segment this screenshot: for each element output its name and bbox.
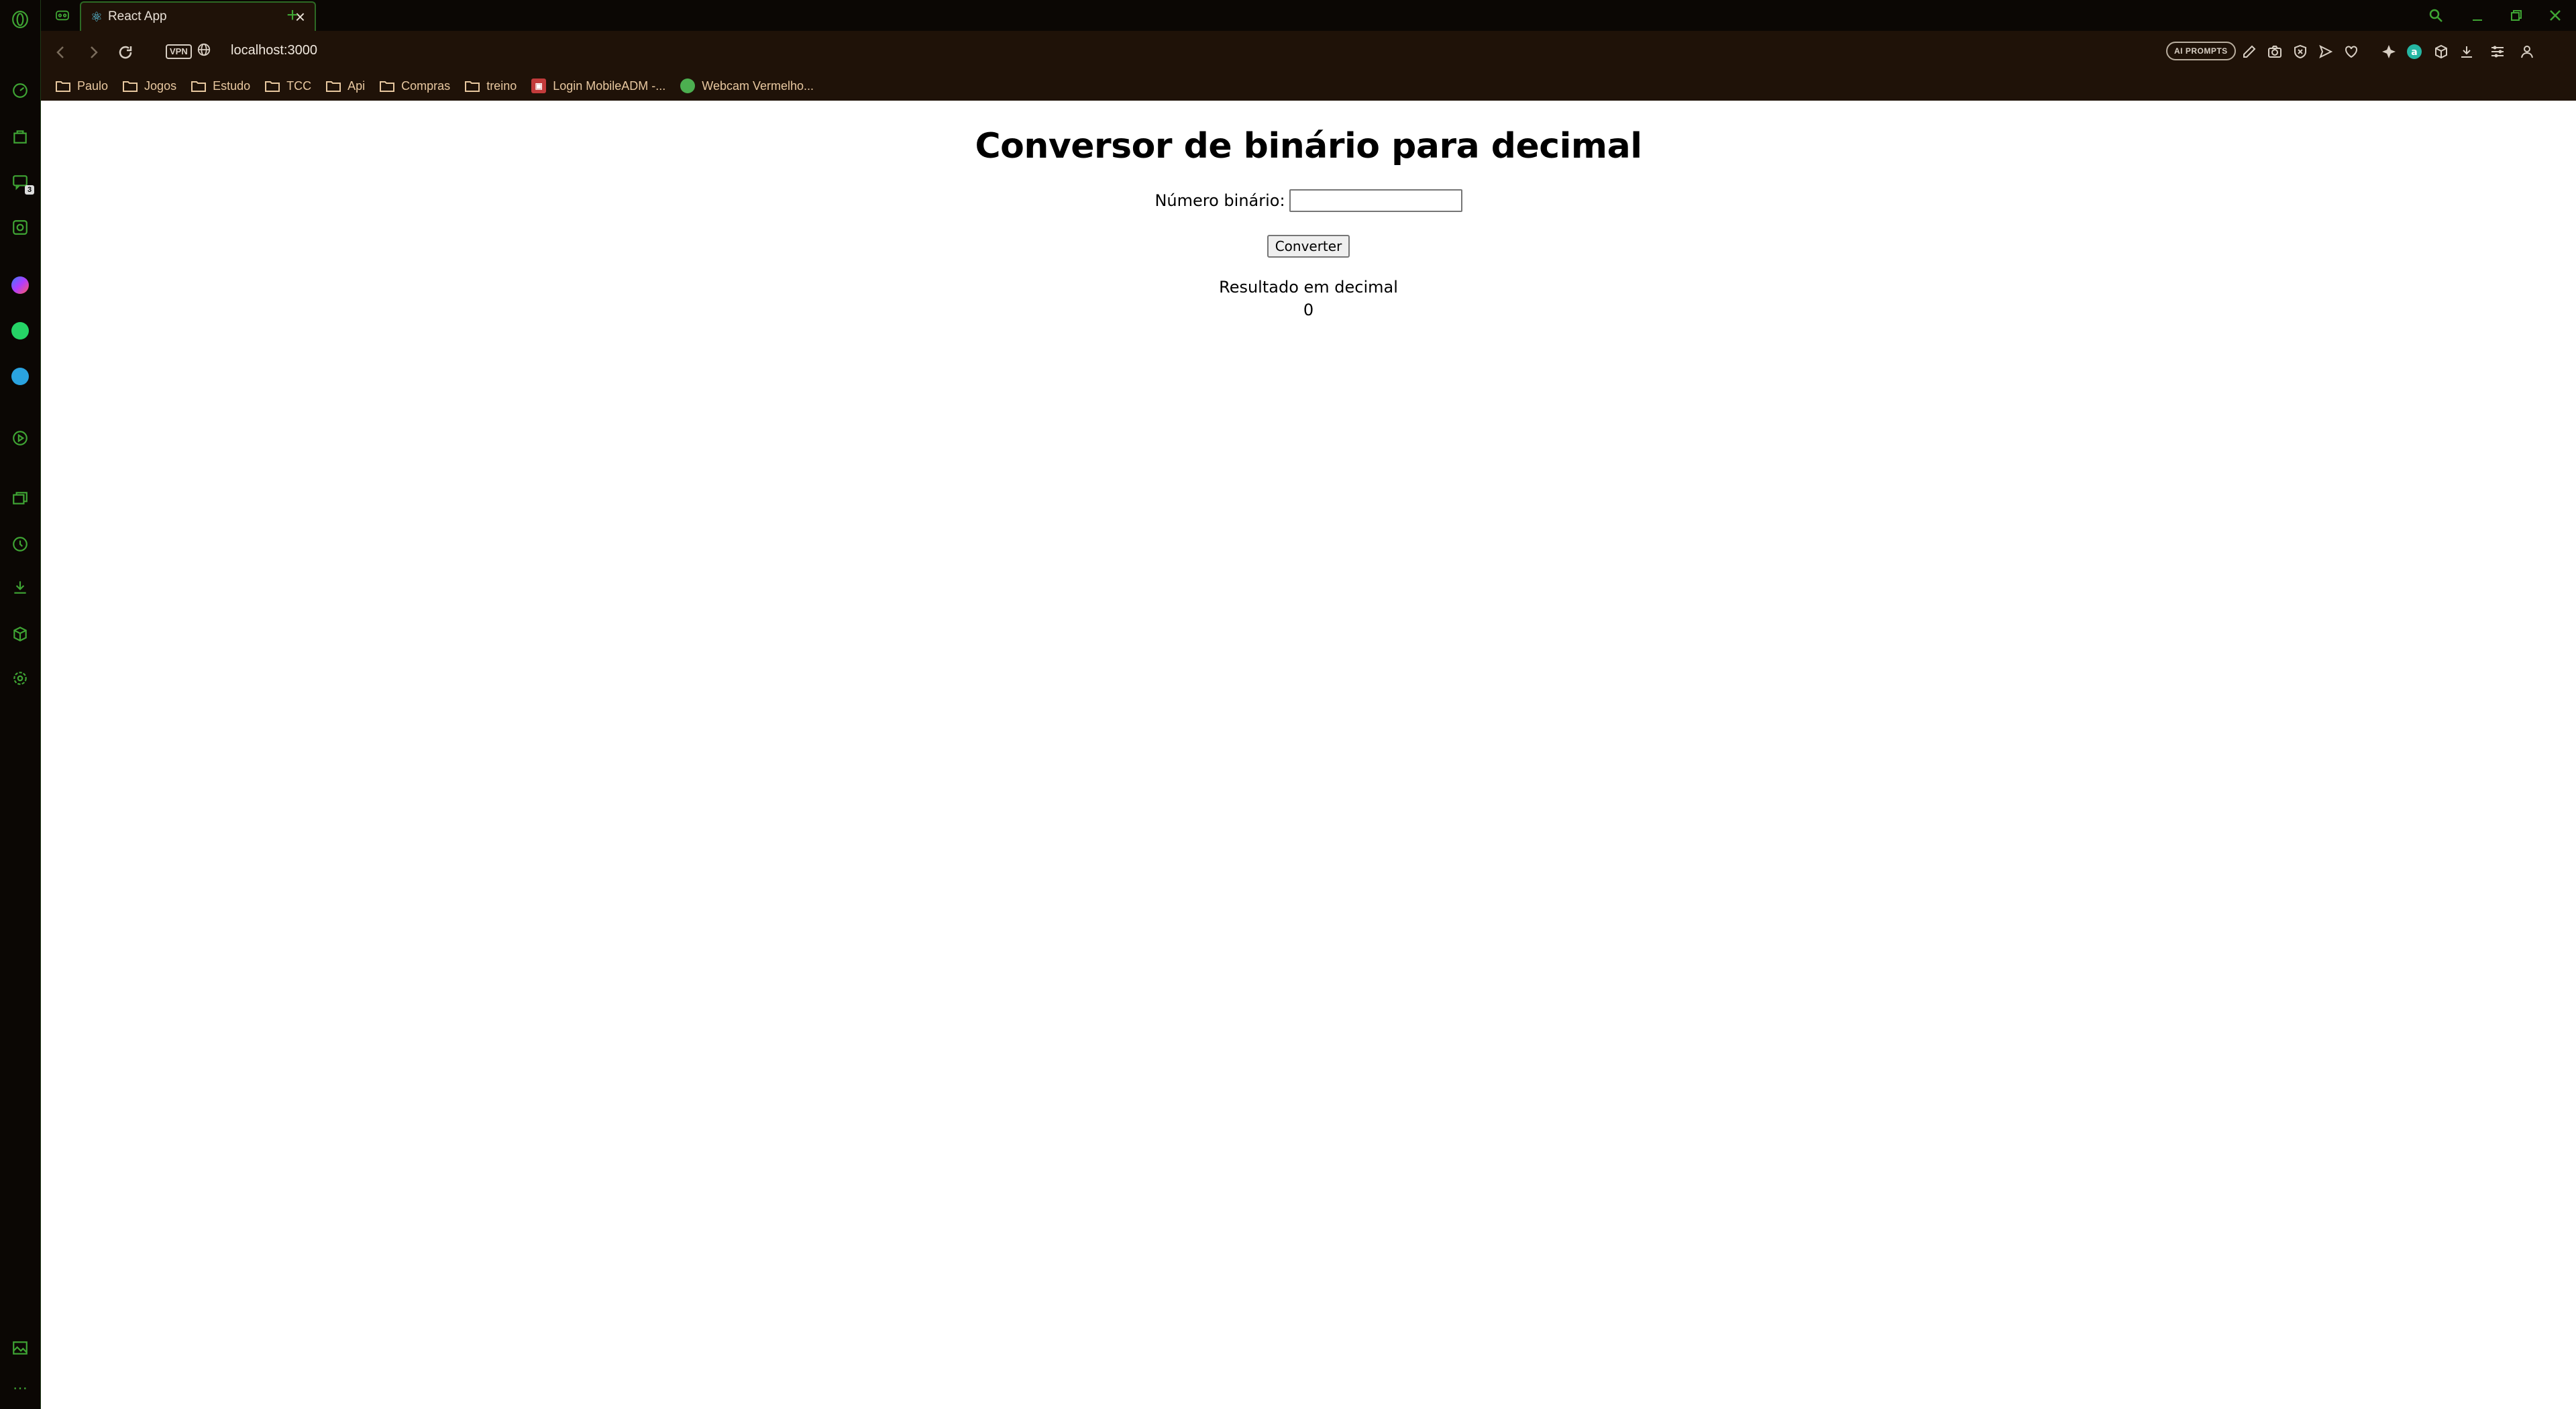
site-favicon-icon: ▣: [531, 79, 547, 93]
result-value: 0: [1303, 301, 1314, 319]
heart-icon[interactable]: [2341, 41, 2362, 62]
svg-text:a: a: [2411, 47, 2417, 58]
ai-prompts-button[interactable]: AI PROMPTS: [2166, 42, 2236, 60]
folder-icon: [123, 80, 138, 92]
binary-form-row: Número binário:: [41, 189, 2576, 212]
edit-icon[interactable]: [2239, 41, 2260, 62]
tab-strip: ⚛ React App × +: [41, 0, 2576, 31]
bookmarks-bar: Paulo Jogos Estudo TCC Api Compras trein…: [41, 71, 2576, 101]
webcam-favicon-icon: [680, 79, 696, 93]
wallpaper-icon[interactable]: [10, 1338, 30, 1358]
tab-title: React App: [107, 9, 167, 23]
bookmark-label: Login MobileADM -...: [553, 79, 666, 93]
url-field[interactable]: localhost:3000: [231, 43, 317, 58]
bookmark-folder-paulo[interactable]: Paulo: [56, 79, 108, 93]
result-label: Resultado em decimal: [1219, 278, 1398, 297]
camera-icon[interactable]: [2264, 41, 2286, 62]
telegram-icon[interactable]: [11, 368, 29, 385]
whatsapp-icon[interactable]: [11, 322, 29, 340]
close-window-icon[interactable]: [2542, 3, 2569, 28]
bookmark-label: Jogos: [144, 79, 177, 93]
player-icon[interactable]: [10, 428, 30, 448]
reload-button[interactable]: [113, 40, 138, 64]
globe-icon[interactable]: [197, 42, 211, 61]
chat-icon[interactable]: 3: [10, 172, 34, 195]
folder-icon: [380, 80, 395, 92]
back-button[interactable]: [49, 40, 73, 64]
react-logo-icon: ⚛: [91, 9, 103, 25]
pinned-tab-icon[interactable]: [48, 4, 77, 27]
bookmark-label: TCC: [286, 79, 312, 93]
new-tab-button[interactable]: +: [281, 4, 304, 27]
speed-dial-icon[interactable]: [10, 81, 30, 101]
convert-button[interactable]: Converter: [1267, 235, 1350, 258]
profile-icon[interactable]: [2516, 41, 2538, 62]
bookmark-label: Estudo: [213, 79, 251, 93]
bookmark-folder-estudo[interactable]: Estudo: [191, 79, 250, 93]
extensions-icon[interactable]: [10, 624, 30, 644]
bookmark-folder-compras[interactable]: Compras: [380, 79, 450, 93]
bookmark-folder-api[interactable]: Api: [326, 79, 365, 93]
bookmark-label: Paulo: [77, 79, 109, 93]
bookmark-folder-treino[interactable]: treino: [465, 79, 517, 93]
bookmark-folder-tcc[interactable]: TCC: [265, 79, 311, 93]
messenger-icon[interactable]: [11, 276, 29, 294]
binary-input[interactable]: [1289, 189, 1462, 212]
extensions-cube-icon[interactable]: [2430, 41, 2452, 62]
folder-icon: [56, 80, 70, 92]
binary-input-label: Número binário:: [1155, 191, 1285, 210]
send-icon[interactable]: [2315, 41, 2337, 62]
settings-gear-icon[interactable]: [10, 668, 30, 688]
bookmark-folder-jogos[interactable]: Jogos: [123, 79, 176, 93]
opera-logo-icon[interactable]: [10, 9, 30, 30]
snapshot-icon[interactable]: [10, 217, 30, 238]
easy-setup-icon[interactable]: [2487, 41, 2508, 62]
folder-icon: [465, 80, 480, 92]
folder-icon: [191, 80, 207, 92]
more-icon[interactable]: ⋯: [10, 1378, 30, 1398]
folder-icon: [265, 80, 280, 92]
notification-badge: 3: [25, 185, 34, 195]
folder-icon: [326, 80, 341, 92]
bookmark-webcam[interactable]: Webcam Vermelho...: [680, 79, 814, 93]
bookmark-label: treino: [486, 79, 517, 93]
restore-icon[interactable]: [2503, 3, 2530, 28]
shield-icon[interactable]: [2290, 41, 2311, 62]
shopping-bag-icon[interactable]: [10, 126, 30, 146]
account-avatar-icon[interactable]: a: [2404, 41, 2425, 62]
aria-icon[interactable]: [2378, 41, 2400, 62]
tabs-icon[interactable]: [10, 488, 30, 509]
minimize-icon[interactable]: [2464, 3, 2491, 28]
downloads-icon[interactable]: [10, 577, 30, 597]
download-icon[interactable]: [2456, 41, 2477, 62]
history-icon[interactable]: [10, 534, 30, 554]
vpn-badge[interactable]: VPN: [166, 44, 192, 59]
bookmark-label: Compras: [401, 79, 451, 93]
bookmark-label: Api: [347, 79, 366, 93]
bookmark-label: Webcam Vermelho...: [702, 79, 814, 93]
page-title: Conversor de binário para decimal: [975, 126, 1642, 166]
bookmark-login-mobileadm[interactable]: ▣ Login MobileADM -...: [531, 79, 665, 93]
converter-app: Conversor de binário para decimal Número…: [41, 101, 2576, 319]
search-tabs-icon[interactable]: [2422, 3, 2449, 28]
page-viewport: Conversor de binário para decimal Número…: [41, 101, 2576, 1409]
forward-button[interactable]: [81, 40, 105, 64]
browser-sidebar: 3 ⋯: [0, 0, 41, 1409]
